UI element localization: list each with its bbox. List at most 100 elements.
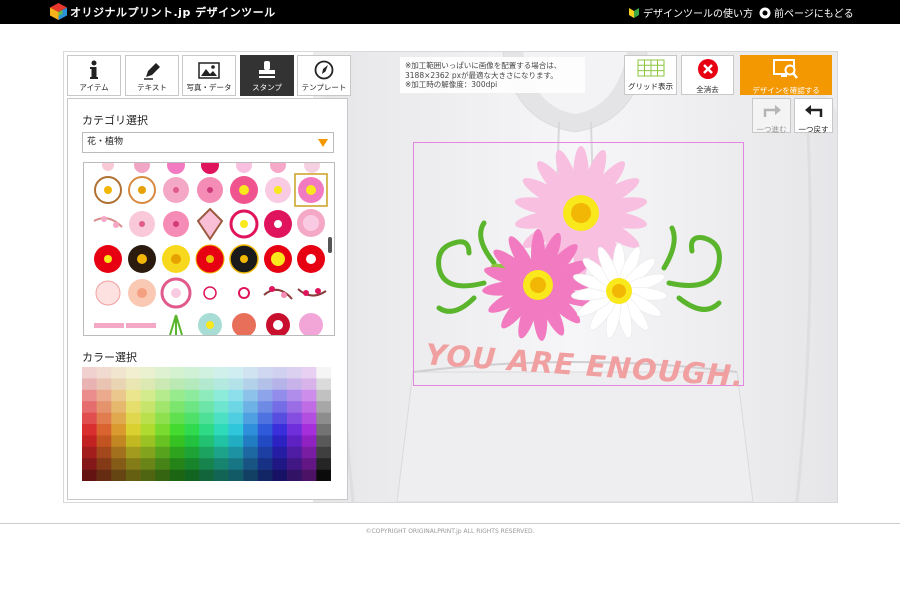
color-swatch[interactable] xyxy=(257,401,273,413)
color-swatch[interactable] xyxy=(140,389,156,402)
color-swatch[interactable] xyxy=(272,435,288,448)
color-swatch[interactable] xyxy=(213,389,229,402)
color-swatch[interactable] xyxy=(287,458,303,470)
category-select[interactable]: 花・植物 xyxy=(82,132,334,153)
color-palette[interactable] xyxy=(82,367,331,481)
tab-template[interactable]: テンプレート xyxy=(297,55,351,96)
color-swatch[interactable] xyxy=(287,424,303,436)
color-swatch[interactable] xyxy=(316,435,331,448)
color-swatch[interactable] xyxy=(301,458,317,470)
color-swatch[interactable] xyxy=(243,401,259,413)
color-swatch[interactable] xyxy=(169,389,185,402)
color-swatch[interactable] xyxy=(125,412,141,425)
color-swatch[interactable] xyxy=(257,446,273,459)
color-swatch[interactable] xyxy=(199,378,215,391)
color-swatch[interactable] xyxy=(228,446,244,459)
color-swatch[interactable] xyxy=(316,367,331,379)
color-swatch[interactable] xyxy=(316,378,331,391)
color-swatch[interactable] xyxy=(228,367,244,379)
color-swatch[interactable] xyxy=(316,401,331,413)
color-swatch[interactable] xyxy=(155,458,171,470)
color-swatch[interactable] xyxy=(272,469,288,481)
color-swatch[interactable] xyxy=(257,367,273,379)
color-swatch[interactable] xyxy=(155,401,171,413)
color-swatch[interactable] xyxy=(301,435,317,448)
color-swatch[interactable] xyxy=(287,389,303,402)
color-swatch[interactable] xyxy=(184,378,200,391)
color-swatch[interactable] xyxy=(82,401,97,413)
color-swatch[interactable] xyxy=(213,424,229,436)
color-swatch[interactable] xyxy=(301,446,317,459)
color-swatch[interactable] xyxy=(96,367,112,379)
color-swatch[interactable] xyxy=(125,469,141,481)
stamp-grid[interactable] xyxy=(83,162,335,336)
color-swatch[interactable] xyxy=(257,412,273,425)
color-swatch[interactable] xyxy=(228,401,244,413)
color-swatch[interactable] xyxy=(213,435,229,448)
color-swatch[interactable] xyxy=(228,435,244,448)
color-swatch[interactable] xyxy=(243,458,259,470)
color-swatch[interactable] xyxy=(243,446,259,459)
color-swatch[interactable] xyxy=(301,401,317,413)
color-swatch[interactable] xyxy=(111,389,127,402)
color-swatch[interactable] xyxy=(96,424,112,436)
color-swatch[interactable] xyxy=(301,367,317,379)
color-swatch[interactable] xyxy=(125,458,141,470)
color-swatch[interactable] xyxy=(243,367,259,379)
color-swatch[interactable] xyxy=(125,378,141,391)
color-swatch[interactable] xyxy=(316,446,331,459)
stamp-thumbnails[interactable] xyxy=(84,163,335,336)
color-swatch[interactable] xyxy=(140,412,156,425)
color-swatch[interactable] xyxy=(125,446,141,459)
color-swatch[interactable] xyxy=(155,469,171,481)
color-swatch[interactable] xyxy=(82,367,97,379)
color-swatch[interactable] xyxy=(140,367,156,379)
color-swatch[interactable] xyxy=(257,389,273,402)
color-swatch[interactable] xyxy=(316,424,331,436)
color-swatch[interactable] xyxy=(111,378,127,391)
color-swatch[interactable] xyxy=(213,469,229,481)
color-swatch[interactable] xyxy=(140,378,156,391)
howto-link[interactable]: デザインツールの使い方 xyxy=(628,5,753,20)
color-swatch[interactable] xyxy=(82,424,97,436)
color-swatch[interactable] xyxy=(199,412,215,425)
color-swatch[interactable] xyxy=(155,435,171,448)
grid-toggle-button[interactable]: グリッド表示 xyxy=(624,55,677,95)
color-swatch[interactable] xyxy=(287,367,303,379)
stamp-scrollbar[interactable] xyxy=(328,237,332,253)
color-swatch[interactable] xyxy=(257,424,273,436)
color-swatch[interactable] xyxy=(140,458,156,470)
color-swatch[interactable] xyxy=(243,424,259,436)
color-swatch[interactable] xyxy=(82,389,97,402)
color-swatch[interactable] xyxy=(96,378,112,391)
color-swatch[interactable] xyxy=(199,458,215,470)
color-swatch[interactable] xyxy=(184,446,200,459)
color-swatch[interactable] xyxy=(199,367,215,379)
color-swatch[interactable] xyxy=(140,435,156,448)
color-swatch[interactable] xyxy=(111,469,127,481)
color-swatch[interactable] xyxy=(228,458,244,470)
color-swatch[interactable] xyxy=(199,401,215,413)
color-swatch[interactable] xyxy=(301,424,317,436)
color-swatch[interactable] xyxy=(184,401,200,413)
color-swatch[interactable] xyxy=(184,435,200,448)
color-swatch[interactable] xyxy=(111,412,127,425)
color-swatch[interactable] xyxy=(199,446,215,459)
color-swatch[interactable] xyxy=(199,435,215,448)
color-swatch[interactable] xyxy=(111,367,127,379)
color-swatch[interactable] xyxy=(96,458,112,470)
color-swatch[interactable] xyxy=(96,412,112,425)
color-swatch[interactable] xyxy=(243,469,259,481)
stamp-row-partial[interactable] xyxy=(102,163,320,174)
color-swatch[interactable] xyxy=(184,424,200,436)
color-swatch[interactable] xyxy=(169,424,185,436)
color-swatch[interactable] xyxy=(169,412,185,425)
color-swatch[interactable] xyxy=(316,412,331,425)
color-swatch[interactable] xyxy=(228,389,244,402)
color-swatch[interactable] xyxy=(287,446,303,459)
color-swatch[interactable] xyxy=(316,389,331,402)
design-text[interactable]: YOU ARE ENOUGH. xyxy=(424,337,745,393)
color-swatch[interactable] xyxy=(228,469,244,481)
color-swatch[interactable] xyxy=(169,435,185,448)
color-swatch[interactable] xyxy=(140,424,156,436)
